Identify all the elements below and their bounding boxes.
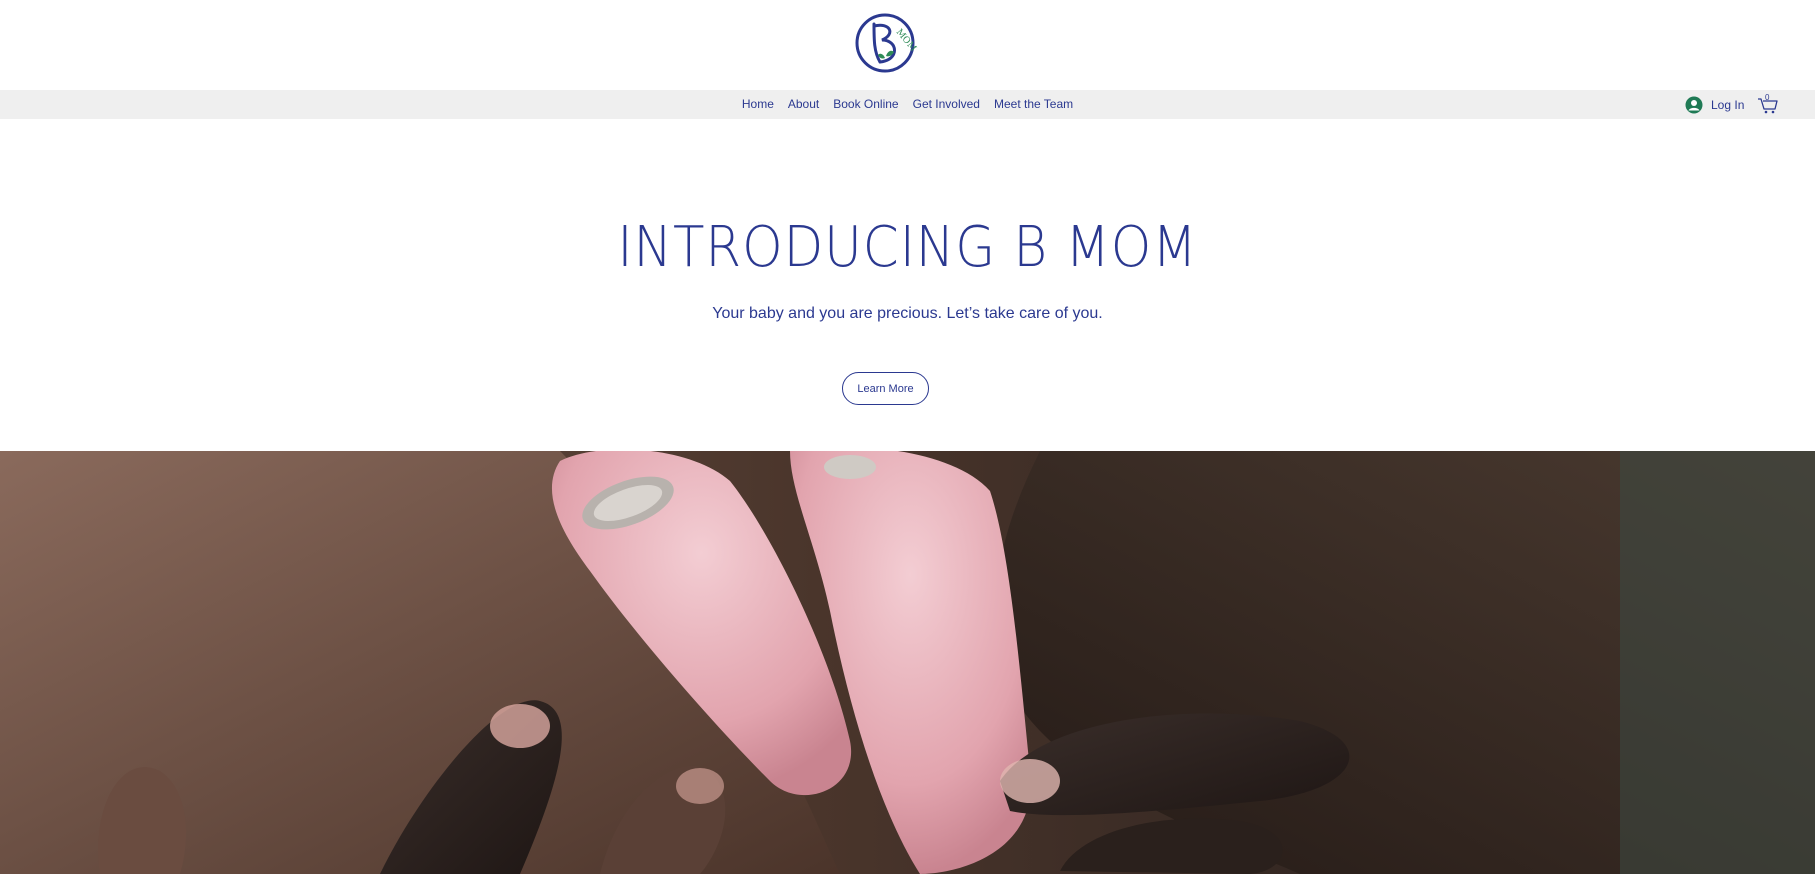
user-avatar-icon [1685, 96, 1703, 113]
login-button[interactable]: Log In [1685, 90, 1744, 119]
b-mom-logo-icon: MOM [855, 13, 918, 73]
hero-subtitle: Your baby and you are precious. Let’s ta… [712, 305, 1103, 322]
nav-item-home[interactable]: Home [735, 90, 781, 119]
hero-photo [0, 451, 1815, 874]
cart-count: 0 [1765, 93, 1770, 102]
nav-item-about[interactable]: About [781, 90, 826, 119]
nav-bar: Home About Book Online Get Involved Meet… [0, 90, 1815, 119]
nav-item-book-online[interactable]: Book Online [826, 90, 905, 119]
site-logo[interactable]: MOM [850, 10, 922, 76]
nav-menu: Home About Book Online Get Involved Meet… [0, 90, 1815, 119]
hero-title: INTRODUCING B MOM [617, 215, 1198, 280]
nav-item-get-involved[interactable]: Get Involved [906, 90, 987, 119]
learn-more-button[interactable]: Learn More [842, 372, 929, 405]
login-label: Log In [1711, 97, 1745, 112]
nav-item-meet-the-team[interactable]: Meet the Team [987, 90, 1080, 119]
cart-button[interactable]: 0 [1757, 93, 1779, 115]
site-header: MOM [0, 0, 1815, 90]
baby-feet-hands-image [0, 451, 1815, 874]
page: MOM Home About Book Online Get Involved … [0, 0, 1815, 874]
